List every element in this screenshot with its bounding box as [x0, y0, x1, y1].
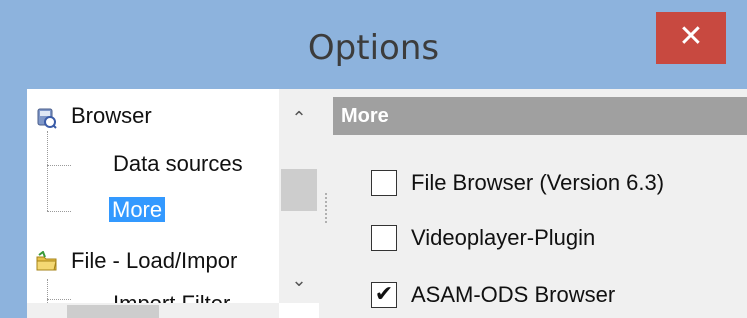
close-icon: ✕ — [678, 19, 704, 54]
file-browser-checkbox[interactable] — [371, 170, 397, 196]
dialog-content: Browser Data sources More File - Load/Im… — [27, 89, 747, 318]
tree-item-data-sources[interactable]: Data sources — [113, 149, 243, 179]
database-icon — [37, 108, 57, 129]
splitter-grip-icon — [325, 193, 327, 223]
scroll-down-button[interactable]: ⌄ — [279, 261, 319, 301]
scroll-up-button[interactable]: ⌃ — [279, 99, 319, 139]
videoplayer-plugin-checkbox[interactable] — [371, 225, 397, 251]
option-label: Videoplayer-Plugin — [411, 225, 596, 250]
close-button[interactable]: ✕ — [656, 12, 726, 64]
tree-item-label: Browser — [71, 103, 152, 128]
panel-splitter[interactable] — [319, 89, 333, 318]
tree-horizontal-scrollbar[interactable] — [27, 303, 279, 318]
options-tree: Browser Data sources More File - Load/Im… — [27, 89, 319, 318]
options-panel: More File Browser (Version 6.3) Videopla… — [333, 89, 747, 318]
options-dialog: Options ✕ Browser Data sources More File… — [0, 0, 747, 318]
tree-connector — [47, 299, 71, 300]
hscroll-thumb[interactable] — [67, 305, 159, 318]
tree-connector — [47, 165, 71, 166]
section-header: More — [333, 97, 747, 135]
asam-ods-browser-checkbox[interactable]: ✔ — [371, 282, 397, 308]
tree-item-label: More — [109, 197, 166, 222]
option-label: File Browser (Version 6.3) — [411, 170, 665, 195]
folder-icon — [36, 251, 57, 271]
scroll-thumb[interactable] — [281, 169, 317, 211]
chevron-down-icon: ⌄ — [291, 270, 307, 291]
window-title: Options — [307, 28, 440, 68]
option-label: ASAM-ODS Browser — [411, 282, 616, 307]
tree-connector — [47, 211, 71, 212]
tree-item-label: Data sources — [113, 151, 243, 176]
tree-item-more[interactable]: More — [109, 195, 166, 225]
chevron-up-icon: ⌃ — [291, 108, 307, 129]
tree-item-label: File - Load/Impor — [71, 248, 238, 273]
tree-connector — [47, 131, 48, 211]
tree-vertical-scrollbar[interactable]: ⌃ ⌄ — [279, 89, 319, 303]
